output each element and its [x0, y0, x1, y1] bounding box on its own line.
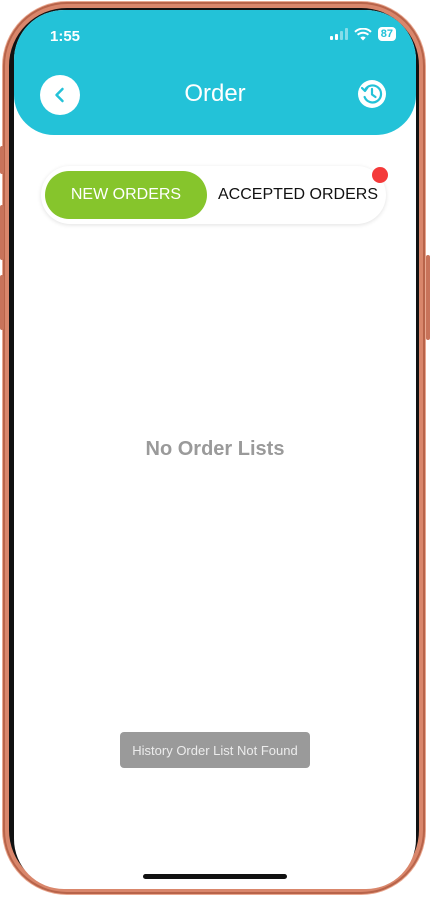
status-time: 1:55: [50, 28, 81, 45]
side-button: [0, 205, 4, 260]
notification-dot: [372, 167, 388, 183]
order-tabs: NEW ORDERS ACCEPTED ORDERS: [41, 166, 386, 224]
wifi-icon: [354, 27, 372, 40]
history-clock-icon: [358, 80, 386, 108]
side-button: [426, 255, 430, 340]
app-screen: 1:55 87 Order NEW ORDERS ACCEPTED ORDERS…: [14, 10, 416, 889]
status-bar-icons: 87: [329, 27, 396, 41]
toast-message: History Order List Not Found: [120, 732, 310, 768]
empty-state-text: No Order Lists: [145, 438, 285, 460]
signal-icon: [329, 28, 348, 40]
side-button: [0, 146, 4, 174]
app-header: 1:55 87 Order: [14, 10, 416, 135]
tab-new-orders[interactable]: NEW ORDERS: [45, 171, 207, 219]
history-button[interactable]: [356, 78, 388, 110]
home-indicator: [143, 874, 287, 879]
tab-accepted-orders[interactable]: ACCEPTED ORDERS: [215, 171, 381, 219]
battery-icon: 87: [377, 27, 396, 41]
side-button: [0, 275, 4, 330]
